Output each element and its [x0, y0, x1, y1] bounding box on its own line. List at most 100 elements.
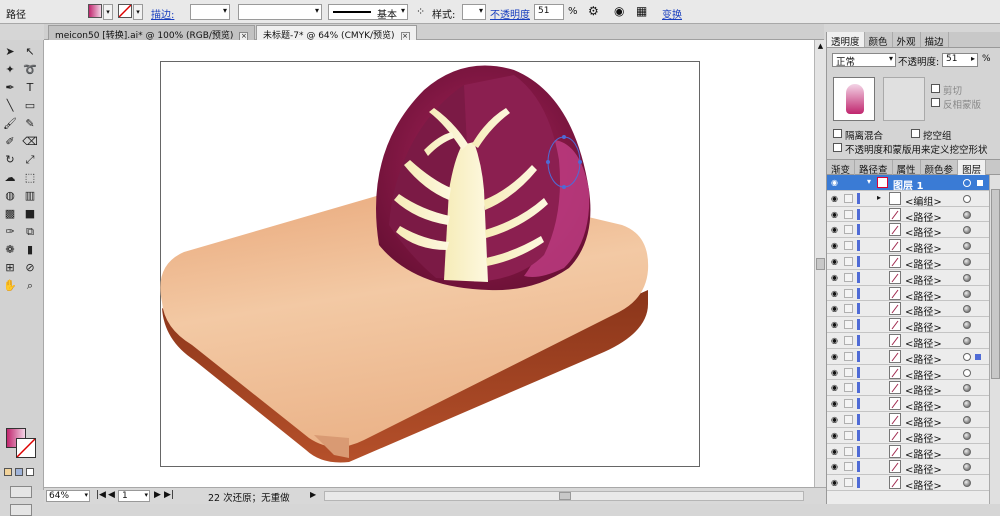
tab-transparency[interactable]: 透明度 — [827, 32, 865, 48]
layers-scrollbar[interactable] — [989, 175, 1000, 504]
zoom-tool-icon[interactable]: ⌕ — [22, 278, 38, 294]
fill-swatch[interactable] — [88, 4, 102, 18]
lock-toggle[interactable] — [844, 241, 853, 251]
stroke-dropdown[interactable]: ▾ — [133, 4, 143, 20]
transform-link[interactable]: 变换 — [662, 6, 682, 21]
lock-toggle[interactable] — [844, 288, 853, 298]
stroke-color-box[interactable] — [16, 438, 36, 458]
tab-color-guide[interactable]: 颜色参 — [921, 160, 959, 176]
eye-icon[interactable]: ◉ — [831, 447, 841, 456]
vertical-scrollbar[interactable]: ▲ — [814, 40, 826, 487]
zoom-select[interactable]: 64% ▾ — [46, 490, 90, 502]
collapse-icon[interactable]: ▾ — [867, 177, 871, 186]
isolate-icon[interactable]: ◉ — [614, 4, 624, 18]
eye-icon[interactable]: ◉ — [831, 257, 841, 266]
path-row[interactable]: ◉ <路径> — [827, 380, 989, 397]
stroke-swatch[interactable] — [118, 4, 132, 18]
horizontal-scrollbar[interactable] — [324, 491, 804, 501]
path-row[interactable]: ◉ <路径> — [827, 348, 989, 366]
path-row[interactable]: ◉ <路径> — [827, 254, 989, 271]
eye-icon[interactable]: ◉ — [831, 289, 841, 298]
lock-toggle[interactable] — [844, 272, 853, 282]
magic-wand-icon[interactable]: ✦ — [2, 62, 18, 78]
pen-tool-icon[interactable]: ✒ — [2, 80, 18, 96]
recolor-icon[interactable]: ⚙ — [588, 4, 599, 18]
path-row[interactable]: ◉ <路径> — [827, 285, 989, 303]
target-icon[interactable] — [963, 431, 971, 440]
doc-tab-untitled-7[interactable]: 未标题-7* @ 64% (CMYK/预览) × — [256, 25, 417, 41]
blend-tool-icon[interactable]: ⧉ — [22, 224, 38, 240]
path-row[interactable]: ◉ <路径> — [827, 269, 989, 287]
target-icon[interactable] — [963, 273, 971, 282]
eye-icon[interactable]: ◉ — [831, 352, 841, 361]
lock-toggle[interactable] — [844, 193, 853, 203]
target-icon[interactable] — [963, 416, 971, 424]
eye-icon[interactable]: ◉ — [831, 304, 841, 313]
object-thumbnail[interactable] — [833, 77, 875, 121]
target-icon[interactable] — [963, 337, 971, 345]
eye-icon[interactable]: ◉ — [831, 383, 841, 392]
prev-artboard-icon[interactable]: ◀ — [108, 490, 115, 500]
selection-tool-icon[interactable]: ➤ — [2, 44, 18, 60]
slice-tool-icon[interactable]: ⊘ — [22, 260, 38, 276]
target-icon[interactable] — [963, 289, 971, 298]
opacity-mask-checkbox[interactable] — [833, 143, 842, 152]
scroll-thumb[interactable] — [816, 258, 825, 270]
eye-icon[interactable]: ◉ — [831, 368, 841, 377]
rectangle-tool-icon[interactable]: ▭ — [22, 98, 38, 114]
lock-toggle[interactable] — [844, 415, 853, 424]
lock-toggle[interactable] — [844, 304, 853, 314]
color-mode-icon[interactable] — [4, 468, 12, 476]
target-icon[interactable] — [963, 384, 971, 393]
artboard-number-field[interactable]: 1 ▾ — [118, 490, 150, 502]
layer-target-icon[interactable] — [963, 179, 971, 187]
opacity-input[interactable]: 51 — [534, 4, 564, 20]
invert-mask-checkbox[interactable] — [931, 98, 940, 107]
target-icon[interactable] — [963, 352, 971, 361]
stroke-link[interactable]: 描边: — [151, 6, 174, 21]
path-row[interactable]: ◉ <路径> — [827, 238, 989, 255]
path-row[interactable]: ◉ <路径> — [827, 206, 989, 224]
perspective-grid-icon[interactable]: ▥ — [22, 188, 38, 204]
last-artboard-icon[interactable]: ▶| — [164, 490, 174, 500]
scroll-thumb[interactable] — [991, 189, 1000, 379]
path-row[interactable]: ◉ <路径> — [827, 364, 989, 382]
target-icon[interactable] — [963, 210, 971, 219]
eye-icon[interactable]: ◉ — [831, 415, 841, 424]
tab-appearance[interactable]: 外观 — [893, 32, 921, 48]
isolate-blend-checkbox[interactable] — [833, 129, 842, 138]
expand-icon[interactable]: ▸ — [877, 193, 881, 202]
direct-selection-tool-icon[interactable]: ↖ — [22, 44, 38, 60]
path-row[interactable]: ◉ <路径> — [827, 427, 989, 445]
lock-toggle[interactable] — [844, 430, 853, 440]
lock-toggle[interactable] — [844, 320, 853, 330]
eye-icon[interactable]: ◉ — [831, 462, 841, 471]
path-row[interactable]: ◉ <路径> — [827, 333, 989, 350]
stroke-weight-field[interactable]: ▾ — [190, 4, 230, 20]
eye-icon[interactable]: ◉ — [831, 478, 841, 487]
panel-opacity-input[interactable]: 51 ▸ — [942, 53, 978, 67]
tab-pathfinder[interactable]: 路径查 — [855, 160, 893, 176]
blob-brush-icon[interactable]: ✐ — [2, 134, 18, 150]
target-icon[interactable] — [963, 194, 971, 203]
warp-tool-icon[interactable]: ☁ — [2, 170, 18, 186]
screen-mode-icon[interactable] — [10, 504, 32, 516]
none-mode-icon[interactable] — [26, 468, 34, 476]
cabbage-artwork[interactable] — [44, 40, 814, 487]
lock-toggle[interactable] — [844, 209, 853, 219]
path-row[interactable]: ◉ <路径> — [827, 317, 989, 334]
lock-toggle[interactable] — [844, 383, 853, 393]
eye-icon[interactable]: ◉ — [831, 399, 841, 408]
paintbrush-icon[interactable]: 🖌 — [2, 116, 18, 132]
doc-tab-meicon50[interactable]: meicon50 [转换].ai* @ 100% (RGB/预览) × — [48, 25, 256, 41]
path-row[interactable]: ◉ <路径> — [827, 222, 989, 239]
eye-icon[interactable]: ◉ — [831, 431, 841, 440]
brush-icon[interactable]: ⁘ — [416, 5, 425, 18]
tab-stroke[interactable]: 描边 — [921, 32, 949, 48]
next-artboard-icon[interactable]: ▶ — [154, 490, 161, 500]
clip-checkbox[interactable] — [931, 84, 940, 93]
blend-mode-select[interactable]: 正常 ▾ — [832, 53, 896, 68]
eyedropper-icon[interactable]: ✑ — [2, 224, 18, 240]
free-transform-icon[interactable]: ⬚ — [22, 170, 38, 186]
gradient-mode-icon[interactable] — [15, 468, 23, 476]
